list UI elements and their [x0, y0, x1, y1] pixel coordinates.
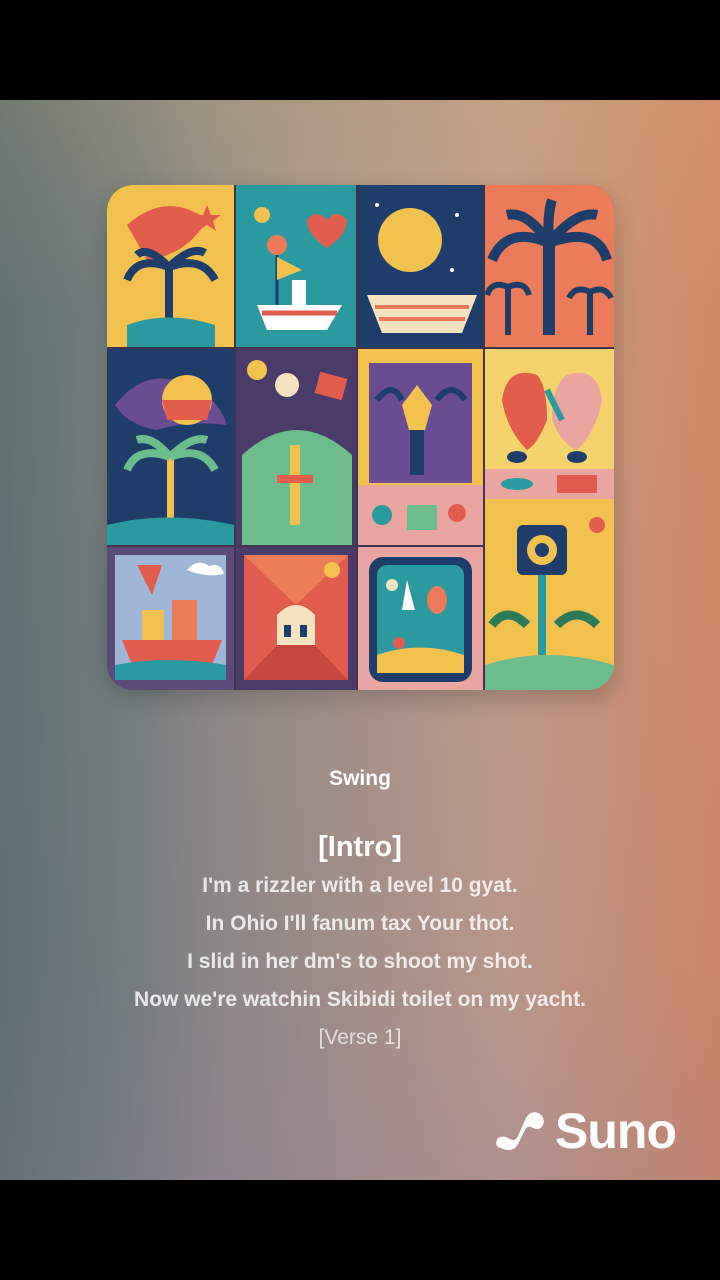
video-frame: Swing [Intro] I'm a rizzler with a level… — [0, 0, 720, 1280]
song-title: Swing — [329, 767, 391, 790]
suno-watermark: Suno — [495, 1103, 677, 1159]
suno-logo-icon — [496, 1112, 544, 1151]
lyric-line: I'm a rizzler with a level 10 gyat. — [202, 874, 518, 897]
album-cover-collage-icon — [107, 185, 614, 690]
lyric-video-stage: Swing [Intro] I'm a rizzler with a level… — [0, 100, 720, 1180]
lyric-line: In Ohio I'll fanum tax Your thot. — [205, 912, 515, 935]
brand-name: Suno — [555, 1103, 677, 1159]
lyric-section-tag: [Verse 1] — [318, 1026, 402, 1049]
lyrics-section-heading: [Intro] — [318, 831, 402, 863]
album-cover — [107, 185, 614, 690]
lyric-line: I slid in her dm's to shoot my shot. — [187, 950, 533, 973]
lyrics-panel: Swing [Intro] I'm a rizzler with a level… — [0, 765, 720, 1057]
lyric-line: Now we're watchin Skibidi toilet on my y… — [134, 988, 586, 1011]
